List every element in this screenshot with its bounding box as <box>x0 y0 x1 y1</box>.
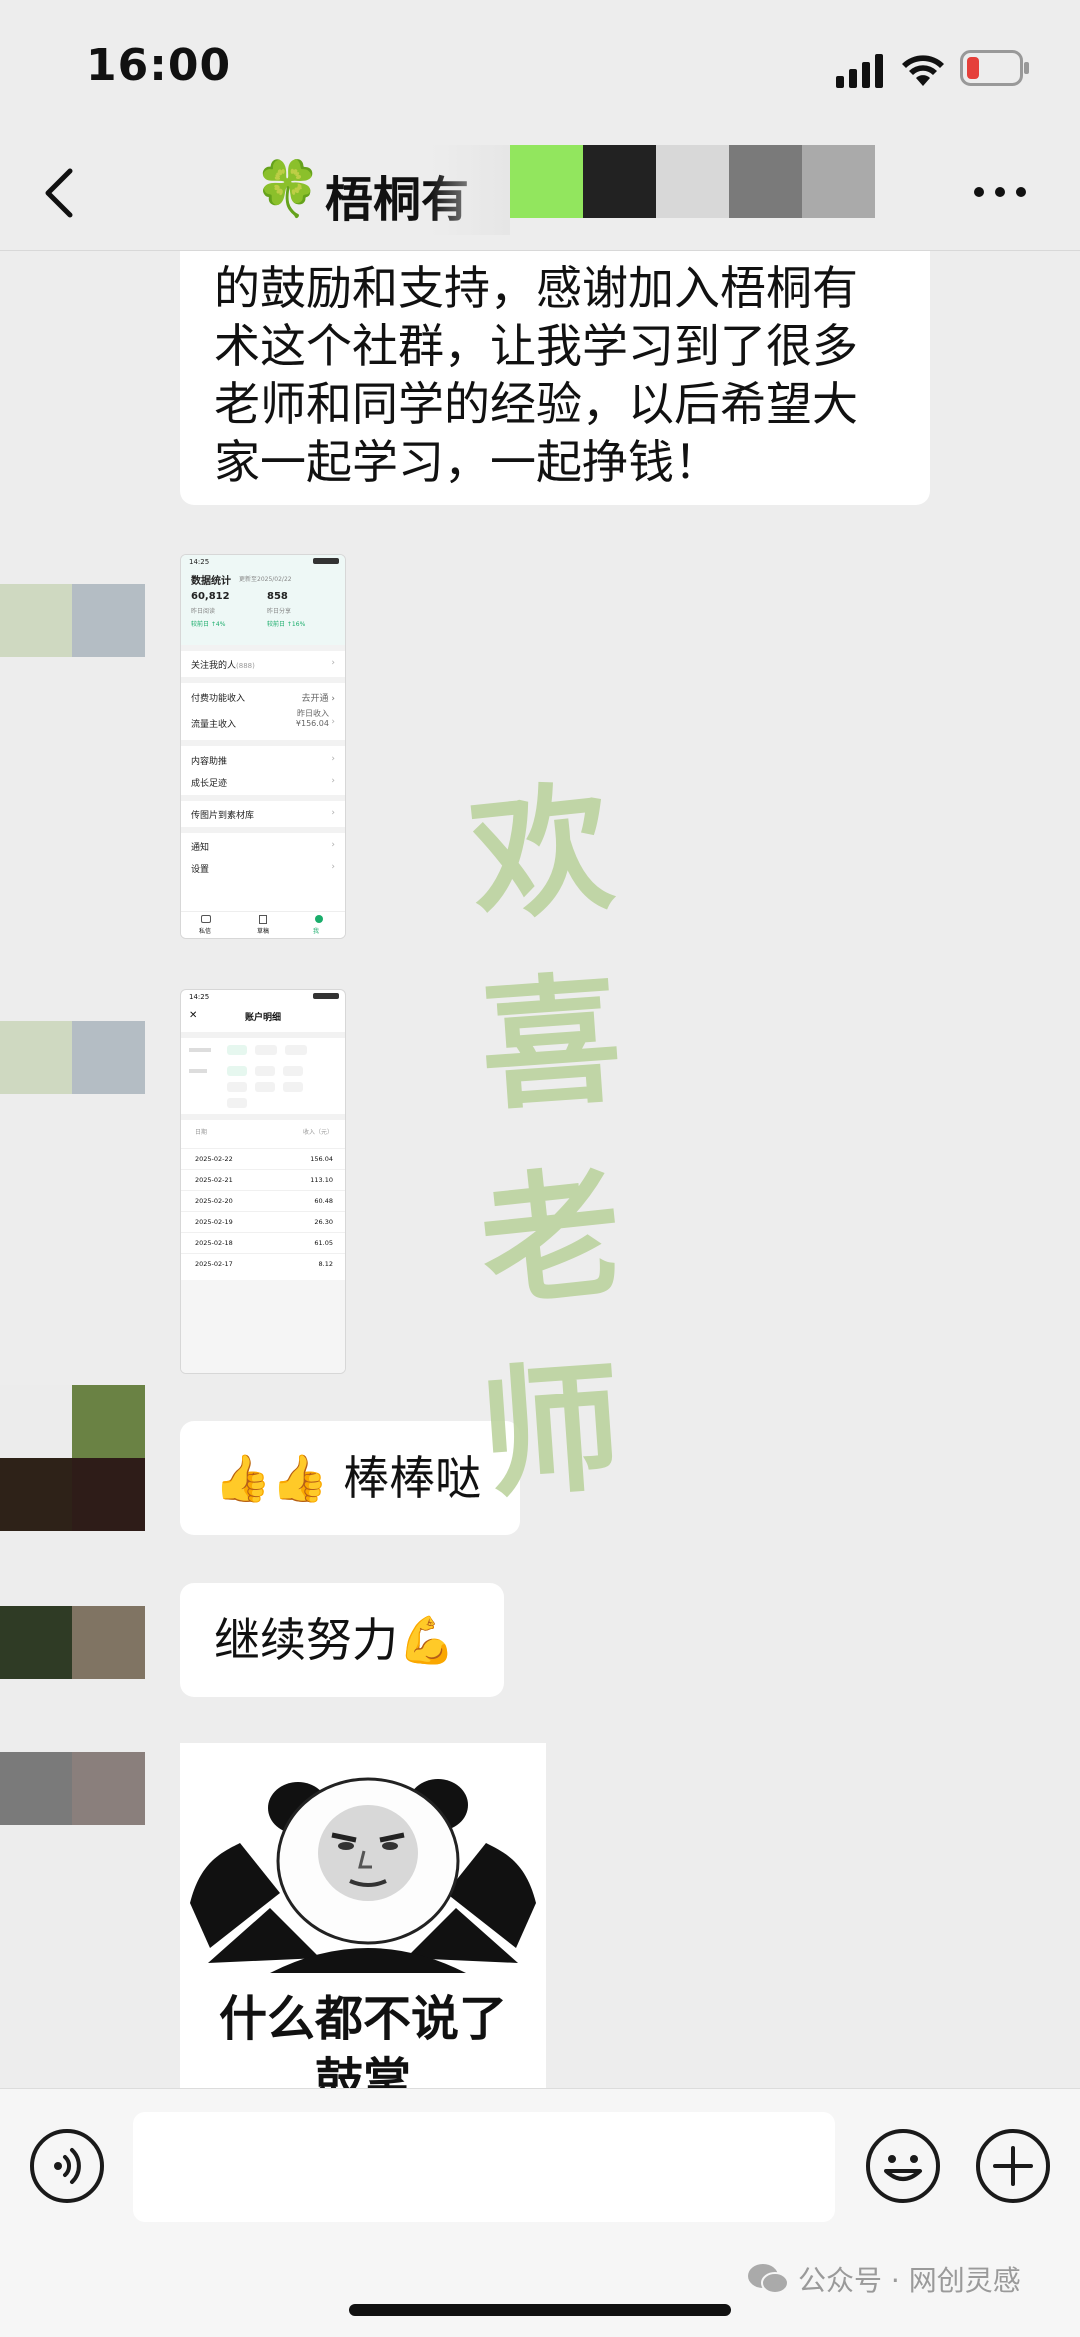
smiley-icon <box>884 2155 922 2181</box>
back-button[interactable] <box>40 165 80 221</box>
message-text: 继续努力💪 <box>214 1613 456 1667</box>
chevron-left-icon <box>45 168 73 218</box>
shot1-row-growth: 成长足迹 › <box>191 776 335 789</box>
shot1-row-paid: 付费功能收入 去开通 › <box>191 694 335 704</box>
meme-caption-line2: 鼓掌 <box>314 2053 411 2088</box>
plus-icon <box>993 2146 1033 2186</box>
shot1-stat2-label: 昨日分享 <box>267 608 292 615</box>
shot1-updated: 更新至2025/02/22 <box>239 576 292 583</box>
nav-bar: 🍀 梧桐有 <box>0 135 1080 251</box>
sender-avatar-mosaic[interactable] <box>0 1752 145 1825</box>
message-bubble-text[interactable]: 继续努力💪 <box>180 1583 504 1697</box>
table-row: 2025-02-19 26.30 <box>181 1211 345 1231</box>
message-input[interactable] <box>133 2112 835 2222</box>
message-text: 👍👍 棒棒哒 <box>214 1451 482 1505</box>
sticker-message-panda-meme[interactable]: 什么都不说了 鼓掌 <box>180 1743 546 2088</box>
clover-icon: 🍀 <box>254 157 322 220</box>
shot1-stat2-value: 858 <box>267 591 288 602</box>
table-row: 2025-02-17 8.12 <box>181 1253 345 1273</box>
home-indicator <box>349 2304 731 2316</box>
title-redaction-mosaic <box>430 145 880 235</box>
shot1-row-content: 内容助推 › <box>191 754 335 767</box>
message-bubble-text[interactable]: 👍👍 棒棒哒 <box>180 1421 520 1535</box>
shot2-col-income: 收入（元） <box>302 1129 333 1136</box>
table-row: 2025-02-18 61.05 <box>181 1232 345 1252</box>
table-row: 2025-02-20 60.48 <box>181 1190 345 1210</box>
sender-avatar-mosaic[interactable] <box>0 1385 145 1531</box>
watermark-char: 欢 <box>463 766 620 943</box>
shot1-tab-me: 我 <box>313 928 320 935</box>
footer-credit-text: 公众号 · 网创灵感 <box>798 2264 1021 2297</box>
shot1-tab-messages: 私信 <box>199 928 212 935</box>
shot1-stat1-change: 较前日 ↑4% <box>191 621 226 628</box>
shot1-row-upload: 传图片到素材库 › <box>191 808 335 821</box>
chat-area[interactable]: 的鼓励和支持，感谢加入梧桐有术这个社群，让我学习到了很多老师和同学的经验，以后希… <box>0 251 1080 2088</box>
watermark-char: 师 <box>475 1346 627 1519</box>
status-bar: 16:00 <box>0 0 1080 135</box>
shot1-stat2-change: 较前日 ↑16% <box>267 621 306 628</box>
watermark-char: 喜 <box>475 958 627 1131</box>
shot1-row-follow: 关注我的人(888) › <box>191 658 335 671</box>
plus-button[interactable] <box>976 2129 1050 2203</box>
message-bubble-text[interactable]: 的鼓励和支持，感谢加入梧桐有术这个社群，让我学习到了很多老师和同学的经验，以后希… <box>180 251 930 505</box>
shot1-status-icons <box>313 558 339 564</box>
shot2-time: 14:25 <box>189 993 210 1001</box>
doc-icon <box>259 915 267 924</box>
sender-avatar-mosaic[interactable] <box>0 1021 145 1094</box>
panda-meme-image <box>190 1777 536 1973</box>
shot1-stat1-label: 昨日阅读 <box>191 608 216 615</box>
shot2-col-date: 日期 <box>195 1129 208 1136</box>
message-icon <box>201 915 211 923</box>
signal-icon <box>836 54 886 88</box>
shot2-status-icons <box>313 993 339 999</box>
status-time: 16:00 <box>86 40 232 91</box>
shot1-row-notice: 通知 › <box>191 840 335 853</box>
ellipsis-icon <box>974 187 1026 197</box>
voice-button[interactable] <box>30 2129 104 2203</box>
sender-avatar-mosaic[interactable] <box>0 584 145 657</box>
shot1-time: 14:25 <box>189 558 210 566</box>
meme-caption-line1: 什么都不说了 <box>218 1991 507 2047</box>
shot1-header: 数据统计 <box>191 576 231 587</box>
shot2-title: 账户明细 <box>244 1013 281 1023</box>
shot1-tab-drafts: 草稿 <box>257 928 270 935</box>
voice-icon <box>54 2148 81 2184</box>
image-message-stats-screenshot[interactable]: 14:25 数据统计 更新至2025/02/22 60,812 昨日阅读 较前日… <box>180 554 346 939</box>
table-row: 2025-02-21 113.10 <box>181 1169 345 1189</box>
shot1-row-traffic: 流量主收入 昨日收入 ¥156.04 › <box>191 709 335 730</box>
sender-avatar-mosaic[interactable] <box>0 1606 145 1679</box>
watermark-char: 老 <box>473 1151 630 1328</box>
shot1-stat1-value: 60,812 <box>191 591 230 602</box>
image-message-account-screenshot[interactable]: 14:25 ✕ 账户明细 日期 收入（元） 2025-02-22 156.04 <box>180 989 346 1374</box>
wifi-icon <box>900 50 946 88</box>
emoji-button[interactable] <box>866 2129 940 2203</box>
footer-credit: 公众号 · 网创灵感 <box>746 2259 1021 2299</box>
table-row: 2025-02-22 156.04 <box>181 1148 345 1168</box>
message-text: 的鼓励和支持，感谢加入梧桐有术这个社群，让我学习到了很多老师和同学的经验，以后希… <box>214 261 858 489</box>
shot1-row-settings: 设置 › <box>191 862 335 875</box>
more-button[interactable] <box>970 181 1030 203</box>
battery-icon <box>960 50 1030 86</box>
input-bar: 公众号 · 网创灵感 <box>0 2088 1080 2337</box>
watermark-overlay: 欢 喜 老 师 <box>463 741 650 1519</box>
wechat-icon <box>748 2264 789 2294</box>
person-icon <box>315 915 323 923</box>
